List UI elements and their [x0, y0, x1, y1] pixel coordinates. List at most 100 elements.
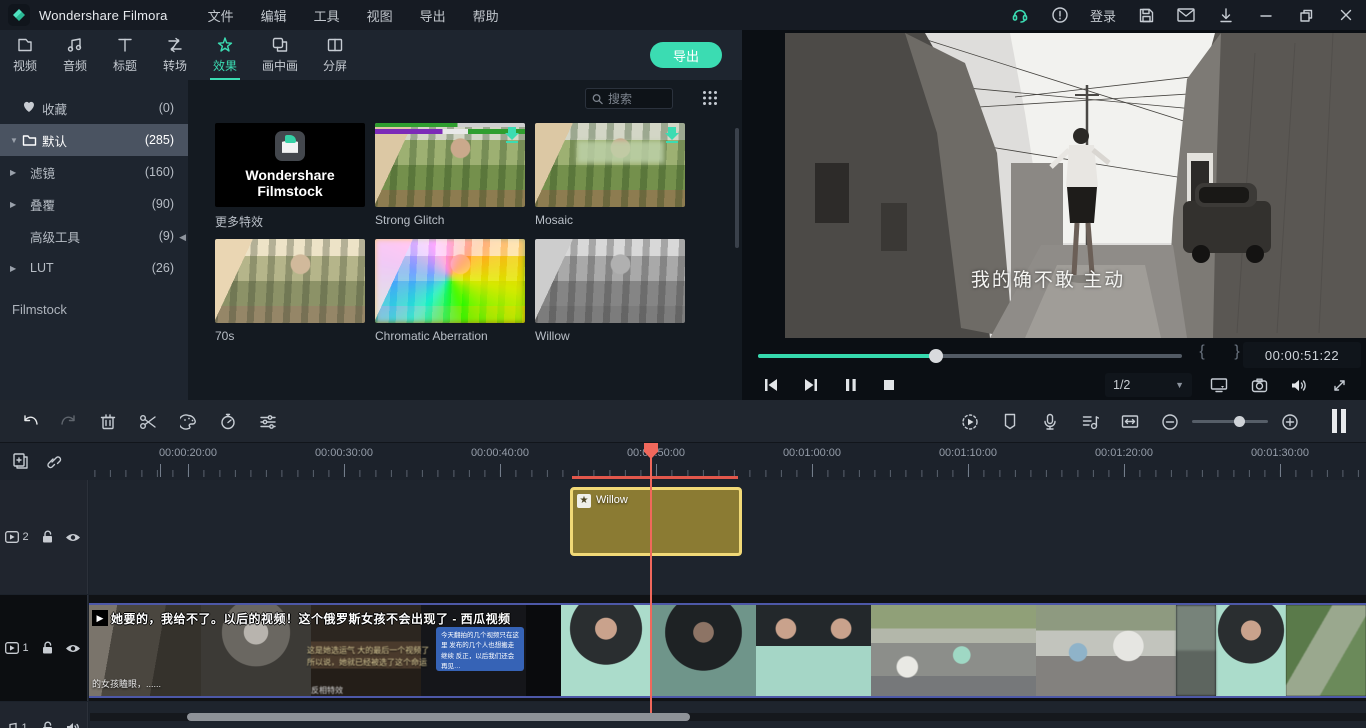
timeline-scrollbar-thumb[interactable]	[187, 713, 690, 721]
search-box[interactable]	[585, 88, 673, 109]
tab-3[interactable]: 转场	[150, 30, 200, 80]
minimize-icon[interactable]	[1246, 0, 1286, 30]
menu-item-4[interactable]: 导出	[420, 6, 446, 25]
sidebar-item-count: (90)	[152, 197, 174, 211]
timeline-ruler[interactable]: 00:00:20:0000:00:30:0000:00:40:0000:00:5…	[90, 443, 1366, 479]
snapshot-icon[interactable]	[1244, 372, 1274, 398]
expand-arrow-icon: ▼	[10, 136, 22, 145]
chevron-down-icon: ▼	[1175, 380, 1184, 390]
card-effect-0[interactable]: Strong Glitch	[375, 123, 525, 227]
tab-1[interactable]: 音频	[50, 30, 100, 80]
stop-button[interactable]	[874, 372, 904, 398]
menu-item-5[interactable]: 帮助	[473, 6, 499, 25]
effects-scrollbar[interactable]	[735, 128, 739, 248]
menu-item-3[interactable]: 视图	[367, 6, 393, 25]
audio-mixer-icon[interactable]	[1075, 408, 1105, 435]
effect-clip-label: Willow	[596, 494, 628, 506]
sidebar-item-1[interactable]: ▼默认(285)	[0, 124, 188, 156]
tab-2[interactable]: 标题	[100, 30, 150, 80]
lock-icon[interactable]	[34, 721, 60, 728]
clip-overlay-mid-label: 反相特效	[311, 685, 343, 696]
fullscreen-icon[interactable]	[1324, 372, 1354, 398]
download-icon[interactable]	[1206, 0, 1246, 30]
eye-icon[interactable]	[60, 532, 86, 543]
pause-bars-icon[interactable]	[1332, 409, 1350, 433]
color-icon[interactable]	[173, 408, 203, 435]
save-icon[interactable]	[1126, 0, 1166, 30]
sidebar-item-label: 收藏	[42, 99, 67, 118]
adjust-icon[interactable]	[253, 408, 283, 435]
render-preview-icon[interactable]	[955, 408, 985, 435]
sidebar-item-2[interactable]: ▶滤镜(160)	[0, 156, 188, 188]
mail-icon[interactable]	[1166, 0, 1206, 30]
seek-bar[interactable]	[758, 354, 1182, 358]
voiceover-icon[interactable]	[1035, 408, 1065, 435]
link-icon[interactable]	[44, 452, 62, 470]
card-effect-1[interactable]: Mosaic	[535, 123, 685, 227]
lock-icon[interactable]	[34, 530, 60, 544]
seek-handle[interactable]	[929, 349, 943, 363]
fit-timeline-icon[interactable]	[1115, 408, 1145, 435]
preview-zoom-select[interactable]: 1/2 ▼	[1105, 373, 1192, 397]
effects-category-sidebar: 收藏(0)▼默认(285)▶滤镜(160)▶叠覆(90)高级工具(9)▶LUT(…	[0, 80, 188, 400]
volume-icon[interactable]	[1284, 372, 1314, 398]
grid-view-icon[interactable]	[702, 90, 718, 106]
timeline-scrollbar[interactable]	[90, 713, 1366, 721]
undo-icon[interactable]	[15, 408, 45, 435]
pause-button[interactable]	[836, 372, 866, 398]
effect-clip-willow[interactable]: ★ Willow	[570, 487, 742, 556]
redo-icon[interactable]	[53, 408, 83, 435]
close-icon[interactable]	[1326, 0, 1366, 30]
track-lane-video-1[interactable]: ▶ 她要的，我给不了。以后的视频！这个俄罗斯女孩不会出现了 - 西瓜视频 的女孩…	[89, 595, 1366, 701]
lock-icon[interactable]	[34, 641, 60, 655]
tab-4[interactable]: 效果	[200, 30, 250, 80]
panel-collapse-icon[interactable]: ◀	[179, 232, 186, 243]
sidebar-item-label: LUT	[30, 261, 54, 275]
menu-item-2[interactable]: 工具	[314, 6, 340, 25]
zoom-in-icon[interactable]	[1275, 408, 1305, 435]
timeline-zoom-slider[interactable]	[1192, 420, 1268, 423]
speed-icon[interactable]	[213, 408, 243, 435]
search-input[interactable]	[608, 92, 666, 106]
card-effect-4[interactable]: Willow	[535, 239, 685, 343]
export-button[interactable]: 导出	[650, 42, 722, 68]
headset-support-icon[interactable]	[1000, 0, 1040, 30]
display-device-icon[interactable]	[1204, 372, 1234, 398]
tab-6[interactable]: 分屏	[310, 30, 360, 80]
next-frame-button[interactable]	[796, 372, 826, 398]
card-effect-2[interactable]: 70s	[215, 239, 365, 343]
clip-thumbnail	[651, 605, 756, 696]
login-button[interactable]: 登录	[1080, 6, 1126, 25]
effect-thumbnail	[375, 239, 525, 323]
tab-0[interactable]: 视频	[0, 30, 50, 80]
marker-icon[interactable]	[995, 408, 1025, 435]
sidebar-item-filmstock[interactable]: Filmstock	[12, 302, 67, 317]
star-icon: ★	[577, 494, 591, 508]
menu-item-1[interactable]: 编辑	[261, 6, 287, 25]
sidebar-item-0[interactable]: 收藏(0)	[0, 92, 188, 124]
sidebar-item-5[interactable]: ▶LUT(26)	[0, 252, 188, 284]
info-icon[interactable]	[1040, 0, 1080, 30]
mark-in-button[interactable]: {	[1192, 343, 1212, 361]
restore-icon[interactable]	[1286, 0, 1326, 30]
volume-icon[interactable]	[60, 722, 86, 728]
prev-frame-button[interactable]	[756, 372, 786, 398]
split-icon[interactable]	[133, 408, 163, 435]
zoom-out-icon[interactable]	[1155, 408, 1185, 435]
clip-overlay-title: 她要的，我给不了。以后的视频！这个俄罗斯女孩不会出现了 - 西瓜视频	[111, 610, 511, 627]
tab-5[interactable]: 画中画	[250, 30, 310, 80]
delete-icon[interactable]	[93, 408, 123, 435]
copy-icon[interactable]	[12, 452, 30, 470]
zoom-slider-handle[interactable]	[1234, 416, 1245, 427]
eye-icon[interactable]	[60, 643, 86, 654]
sidebar-item-4[interactable]: 高级工具(9)	[0, 220, 188, 252]
ruler-label: 00:01:10:00	[939, 447, 997, 459]
track-lane-video-2[interactable]: ★ Willow	[89, 480, 1366, 594]
video-preview[interactable]: 我的确不敢 主动	[785, 33, 1366, 338]
clip-overlay-small-text: 的女孩瞌眼，......	[92, 677, 161, 690]
sidebar-item-3[interactable]: ▶叠覆(90)	[0, 188, 188, 220]
card-effect-3[interactable]: Chromatic Aberration	[375, 239, 525, 343]
card-filmstock[interactable]: WondershareFilmstock更多特效	[215, 123, 365, 230]
menu-item-0[interactable]: 文件	[208, 6, 234, 25]
video-clip[interactable]: ▶ 她要的，我给不了。以后的视频！这个俄罗斯女孩不会出现了 - 西瓜视频 的女孩…	[89, 603, 1366, 698]
